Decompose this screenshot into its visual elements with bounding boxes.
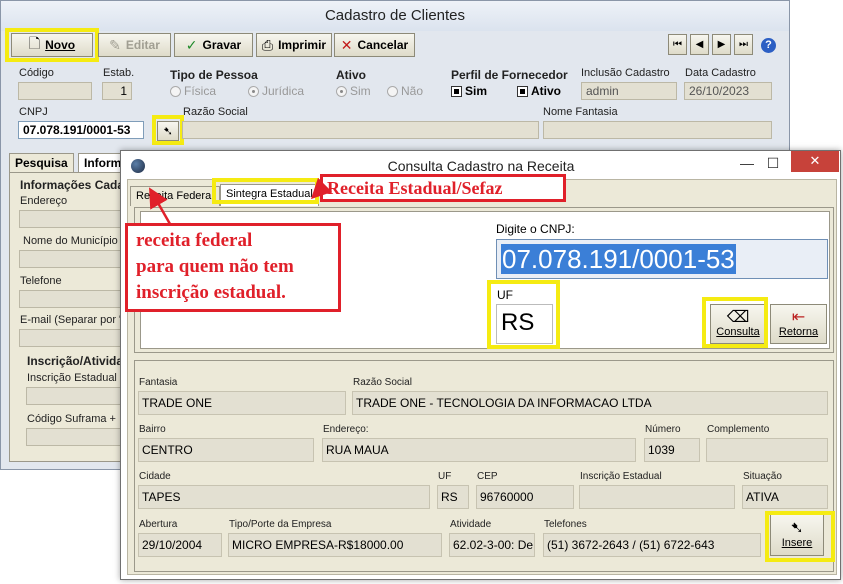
arrow-to-sintegra-tab (310, 177, 333, 200)
arrow-to-receita-federal-tab (149, 187, 172, 225)
annotation-arrows (149, 177, 333, 225)
